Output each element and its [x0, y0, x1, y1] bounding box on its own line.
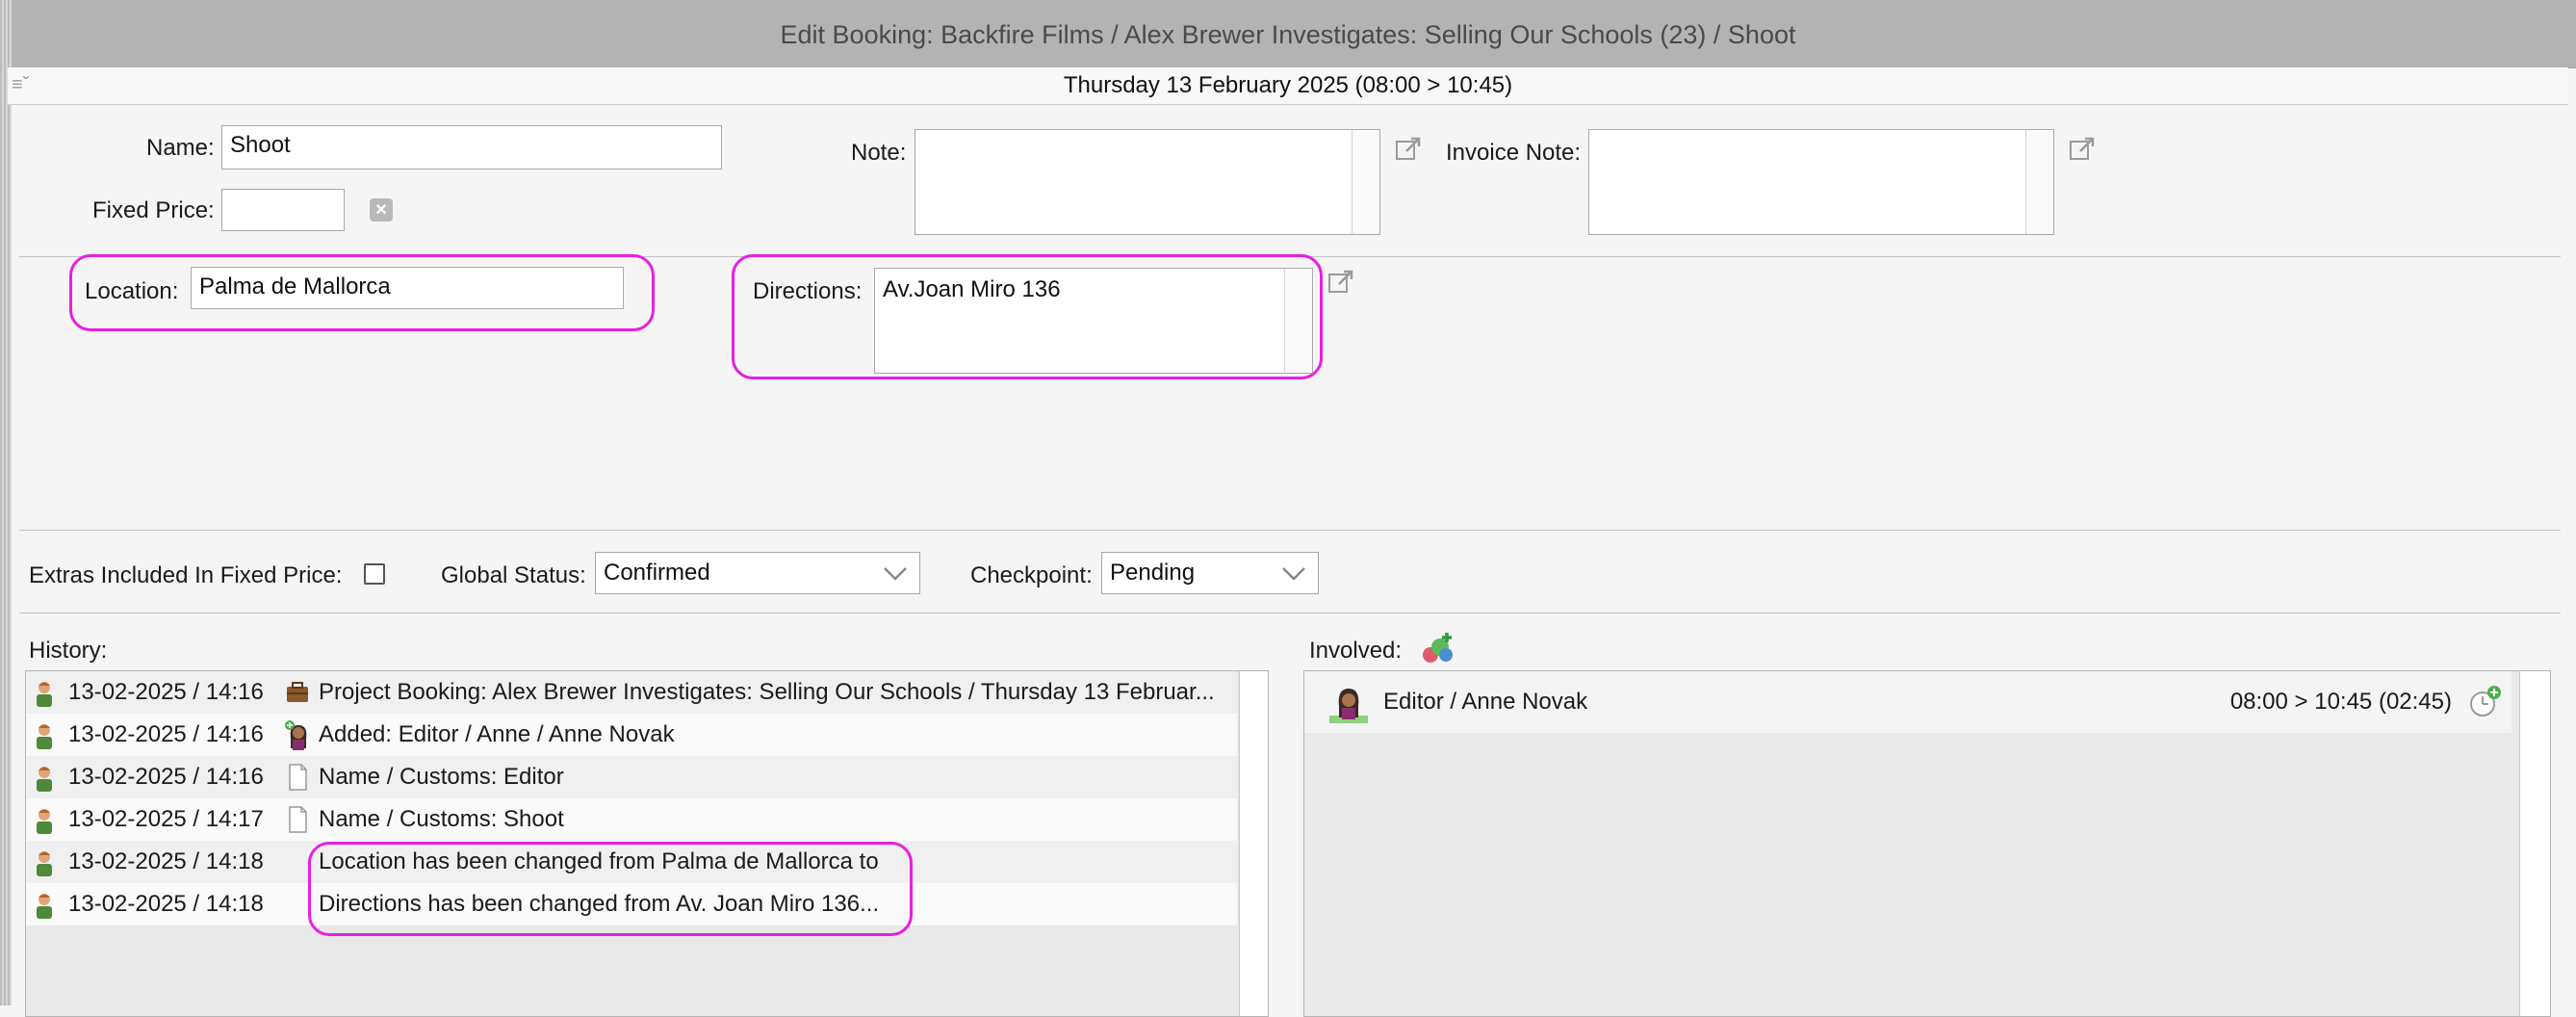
- involved-name: Editor / Anne Novak: [1383, 689, 1588, 715]
- involved-scrollbar[interactable]: [2519, 671, 2550, 1016]
- checkpoint-value: Pending: [1110, 560, 1196, 586]
- user-icon: [34, 891, 55, 919]
- location-label: Location:: [85, 278, 179, 304]
- invoice-note-label: Invoice Note:: [1446, 140, 1582, 166]
- booking-date: Thursday 13 February 2025 (08:00 > 10:45…: [1063, 72, 1513, 98]
- user-icon: [34, 721, 55, 749]
- extras-label: Extras Included In Fixed Price:: [29, 562, 343, 588]
- user-icon: [34, 848, 55, 876]
- history-timestamp: 13-02-2025 / 14:16: [68, 679, 264, 705]
- open-external-icon[interactable]: [1327, 268, 1355, 297]
- global-status-value: Confirmed: [604, 560, 710, 586]
- history-description: Name / Customs: Shoot: [319, 806, 564, 832]
- invoice-note-textarea[interactable]: [1588, 129, 2054, 235]
- invoice-note-scrollbar[interactable]: [2025, 130, 2053, 234]
- chevron-down-icon: [1282, 567, 1305, 581]
- history-label: History:: [29, 638, 108, 664]
- window-edge-grip: [0, 0, 12, 1005]
- window-titlebar: Edit Booking: Backfire Films / Alex Brew…: [0, 0, 2576, 68]
- checkpoint-label: Checkpoint:: [970, 562, 1093, 588]
- clear-icon[interactable]: ×: [370, 198, 393, 222]
- name-label: Name:: [146, 135, 215, 161]
- open-external-icon[interactable]: [2068, 135, 2097, 164]
- person-icon: [1329, 689, 1368, 723]
- history-row[interactable]: 13-02-2025 / 14:16 Added: Editor / Anne /…: [26, 714, 1237, 756]
- global-status-select[interactable]: Confirmed: [595, 552, 920, 594]
- window-title: Edit Booking: Backfire Films / Alex Brew…: [780, 20, 1796, 49]
- add-time-icon[interactable]: [2467, 685, 2502, 719]
- directions-textarea[interactable]: Av.Joan Miro 136: [874, 268, 1313, 374]
- user-icon: [34, 679, 55, 707]
- fixed-price-label: Fixed Price:: [92, 197, 215, 223]
- history-timestamp: 13-02-2025 / 14:18: [68, 848, 264, 874]
- history-timestamp: 13-02-2025 / 14:18: [68, 891, 264, 917]
- history-description: Name / Customs: Editor: [319, 764, 564, 790]
- name-input[interactable]: Shoot: [221, 125, 722, 170]
- history-description: Project Booking: Alex Brewer Investigate…: [319, 679, 1215, 705]
- history-timestamp: 13-02-2025 / 14:17: [68, 806, 264, 832]
- divider: [19, 530, 2561, 531]
- history-description: Added: Editor / Anne / Anne Novak: [319, 721, 675, 747]
- history-row[interactable]: 13-02-2025 / 14:17 Name / Customs: Shoot: [26, 798, 1237, 841]
- involved-time: 08:00 > 10:45 (02:45): [2229, 689, 2452, 715]
- fixed-price-input[interactable]: [221, 189, 345, 231]
- global-status-label: Global Status:: [441, 562, 586, 588]
- history-row[interactable]: 13-02-2025 / 14:16 Project Booking: Alex …: [26, 671, 1237, 714]
- directions-scrollbar[interactable]: [1284, 269, 1312, 373]
- directions-label: Directions:: [753, 278, 863, 304]
- extras-checkbox[interactable]: [364, 563, 385, 585]
- briefcase-icon: [284, 677, 311, 708]
- involved-row[interactable]: Editor / Anne Novak 08:00 > 10:45 (02:45…: [1304, 671, 2512, 733]
- involved-label: Involved:: [1309, 638, 1403, 664]
- open-external-icon[interactable]: [1394, 135, 1423, 164]
- location-input[interactable]: Palma de Mallorca: [191, 267, 624, 309]
- chevron-down-icon: [884, 567, 907, 581]
- date-header: ≡ˇ Thursday 13 February 2025 (08:00 > 10…: [8, 67, 2568, 105]
- note-label: Note:: [851, 140, 907, 166]
- document-icon: [284, 804, 311, 835]
- highlight-history-changes: [308, 842, 913, 936]
- add-people-icon[interactable]: [1419, 630, 1457, 666]
- directions-text: Av.Joan Miro 136: [883, 276, 1061, 302]
- person-added-icon: [284, 719, 311, 750]
- history-timestamp: 13-02-2025 / 14:16: [68, 764, 264, 790]
- history-row[interactable]: 13-02-2025 / 14:16 Name / Customs: Editor: [26, 756, 1237, 798]
- history-scrollbar[interactable]: [1239, 671, 1268, 1016]
- checkpoint-select[interactable]: Pending: [1101, 552, 1319, 594]
- note-textarea[interactable]: [914, 129, 1380, 235]
- involved-list: Editor / Anne Novak 08:00 > 10:45 (02:45…: [1303, 670, 2551, 1017]
- user-icon: [34, 806, 55, 834]
- user-icon: [34, 764, 55, 792]
- history-timestamp: 13-02-2025 / 14:16: [68, 721, 264, 747]
- document-icon: [284, 762, 311, 793]
- note-scrollbar[interactable]: [1352, 130, 1379, 234]
